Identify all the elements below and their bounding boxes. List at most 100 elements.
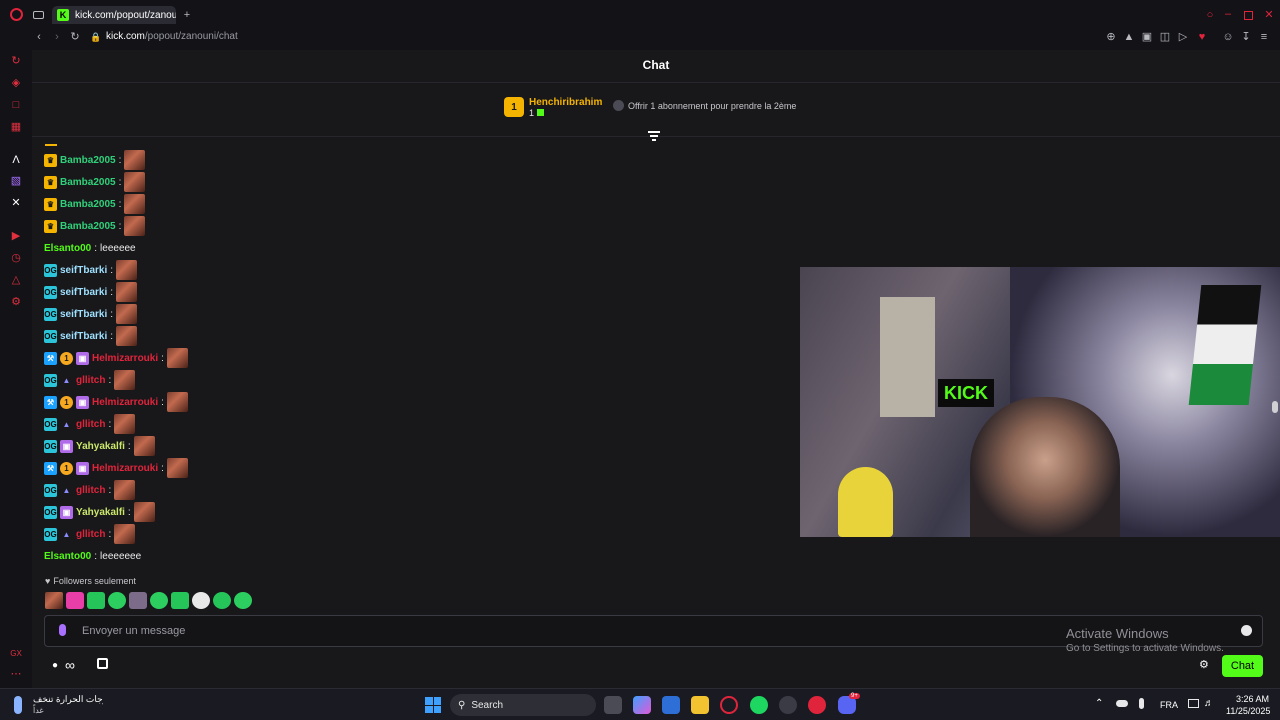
opera-gx-active-icon[interactable] (779, 696, 797, 714)
verified-badge-icon[interactable]: ▲ (60, 418, 73, 431)
tray-chevron-icon[interactable]: ⌃ (1095, 698, 1103, 709)
shield-icon[interactable]: ◫ (1158, 31, 1172, 43)
emote-image[interactable] (114, 414, 136, 434)
chat-username[interactable]: Helmizarrouki (92, 463, 158, 474)
emote-feather-icon[interactable] (66, 592, 84, 609)
og-badge-icon[interactable]: OG (44, 373, 57, 387)
scrollbar[interactable] (1272, 401, 1278, 413)
crown-badge-icon[interactable]: ♛ (44, 197, 57, 211)
extensions-icon[interactable]: ▷ (1176, 31, 1190, 43)
crown-badge-icon[interactable]: ♛ (44, 153, 57, 167)
og-badge-icon[interactable]: OG (44, 263, 57, 277)
taskbar-search[interactable]: ⚲ Search (450, 694, 596, 716)
og-badge-icon[interactable]: OG (44, 329, 57, 343)
gift-badge-icon[interactable]: ▣ (76, 461, 89, 475)
emote-image[interactable] (133, 502, 155, 522)
og-badge-icon[interactable]: OG (44, 307, 57, 321)
moderator-badge-icon[interactable]: ⚒ (44, 461, 57, 475)
crown-badge-icon[interactable]: ♛ (44, 219, 57, 233)
emote-laugh-icon[interactable] (108, 592, 126, 609)
minimize-button[interactable]: – (1221, 8, 1235, 20)
new-tab-button[interactable]: + (180, 9, 194, 21)
crown-badge-icon[interactable]: ♛ (44, 175, 57, 189)
messenger-icon[interactable]: □ (9, 98, 23, 112)
emote-image[interactable] (116, 326, 138, 346)
download-icon[interactable]: ↧ (1239, 31, 1253, 43)
emote-chat-icon[interactable] (213, 592, 231, 609)
pin-icon[interactable]: ▲ (1122, 31, 1136, 43)
chat-username[interactable]: gllitch (76, 375, 105, 386)
emote-box-icon[interactable] (171, 592, 189, 609)
more-icon[interactable]: ⋯ (9, 667, 23, 681)
emote-image[interactable] (124, 150, 146, 170)
gift-badge-icon[interactable]: ▣ (60, 505, 73, 519)
player-icon[interactable]: ▶ (9, 229, 23, 243)
chat-username[interactable]: seifTbarki (60, 287, 107, 298)
chat-settings-icon[interactable]: ⚙ (1199, 658, 1209, 671)
subscriber-badge-icon[interactable]: 1 (60, 351, 73, 365)
send-chat-button[interactable]: Chat (1222, 655, 1263, 677)
gift-badge-icon[interactable]: ▣ (60, 439, 73, 453)
search-tabs-icon[interactable]: ○ (1203, 9, 1217, 21)
menu-icon[interactable]: ≡ (1257, 31, 1271, 43)
maximize-button[interactable] (1244, 11, 1253, 20)
chat-username[interactable]: Yahyakalfi (76, 507, 125, 518)
microphone-icon[interactable] (59, 624, 66, 636)
tab-overview-icon[interactable] (33, 11, 44, 19)
emote-image[interactable] (133, 436, 155, 456)
chat-username[interactable]: Bamba2005 (60, 199, 116, 210)
forward-icon[interactable]: › (50, 31, 64, 43)
extensions-sidebar-icon[interactable]: △ (9, 273, 23, 287)
subscriber-badge-icon[interactable]: 1 (60, 461, 73, 475)
chat-username[interactable]: Yahyakalfi (76, 441, 125, 452)
emote-image[interactable] (124, 172, 146, 192)
og-badge-icon[interactable]: OG (44, 483, 57, 497)
start-button[interactable] (425, 697, 441, 713)
gx-label[interactable]: GX (9, 647, 23, 661)
weather-icon[interactable] (14, 696, 22, 714)
emote-image[interactable] (166, 392, 188, 412)
language-indicator[interactable]: FRA (1160, 700, 1178, 710)
emote-image[interactable] (124, 194, 146, 214)
reload-icon[interactable]: ↻ (68, 31, 82, 43)
og-badge-icon[interactable]: OG (44, 527, 57, 541)
moderator-badge-icon[interactable]: ⚒ (44, 395, 57, 409)
chat-username[interactable]: Bamba2005 (60, 177, 116, 188)
gift-badge-icon[interactable]: ▣ (76, 351, 89, 365)
profile-icon[interactable]: ☺ (1221, 31, 1235, 43)
emote-image[interactable] (114, 480, 136, 500)
onedrive-icon[interactable] (1116, 700, 1128, 707)
emote-thumb-icon[interactable] (129, 592, 147, 609)
copilot-icon[interactable] (633, 696, 651, 714)
weather-text[interactable]: درجات الحرارة تنخف... (33, 694, 103, 705)
network-icon[interactable] (1188, 699, 1199, 708)
emote-image[interactable] (166, 458, 188, 478)
gift-badge-icon[interactable]: ▣ (76, 395, 89, 409)
emote-image[interactable] (124, 216, 146, 236)
emote-image[interactable] (114, 524, 136, 544)
collapse-pinned-icon[interactable] (648, 131, 660, 141)
twitch-icon[interactable]: ▧ (9, 174, 23, 188)
chat-username[interactable]: Helmizarrouki (92, 397, 158, 408)
heart-icon[interactable]: ♥ (1195, 31, 1209, 43)
verified-badge-icon[interactable]: ▲ (60, 374, 73, 387)
speed-dial-icon[interactable]: ↻ (9, 54, 23, 68)
zoom-icon[interactable]: ⊕ (1104, 31, 1118, 43)
kick-sidebar-icon[interactable]: Λ (9, 153, 23, 167)
clock-time[interactable]: 3:26 AM (1236, 694, 1269, 704)
close-button[interactable]: ✕ (1262, 9, 1276, 21)
task-view-icon[interactable] (604, 696, 622, 714)
verified-badge-icon[interactable]: ▲ (60, 528, 73, 541)
chat-username[interactable]: gllitch (76, 529, 105, 540)
opera-gx-taskbar-icon[interactable] (720, 696, 738, 714)
gift-prompt[interactable]: Offrir 1 abonnement pour prendre la 2ème (613, 100, 796, 111)
news-icon[interactable]: ▦ (9, 120, 23, 134)
settings-sidebar-icon[interactable]: ⚙ (9, 295, 23, 309)
x-icon[interactable]: ✕ (9, 196, 23, 210)
infinity-icon[interactable]: ∞ (65, 657, 75, 673)
chat-username[interactable]: seifTbarki (60, 309, 107, 320)
history-icon[interactable]: ◷ (9, 251, 23, 265)
opera-logo-icon[interactable] (10, 8, 23, 21)
verified-badge-icon[interactable]: ▲ (60, 484, 73, 497)
chat-username[interactable]: Bamba2005 (60, 155, 116, 166)
